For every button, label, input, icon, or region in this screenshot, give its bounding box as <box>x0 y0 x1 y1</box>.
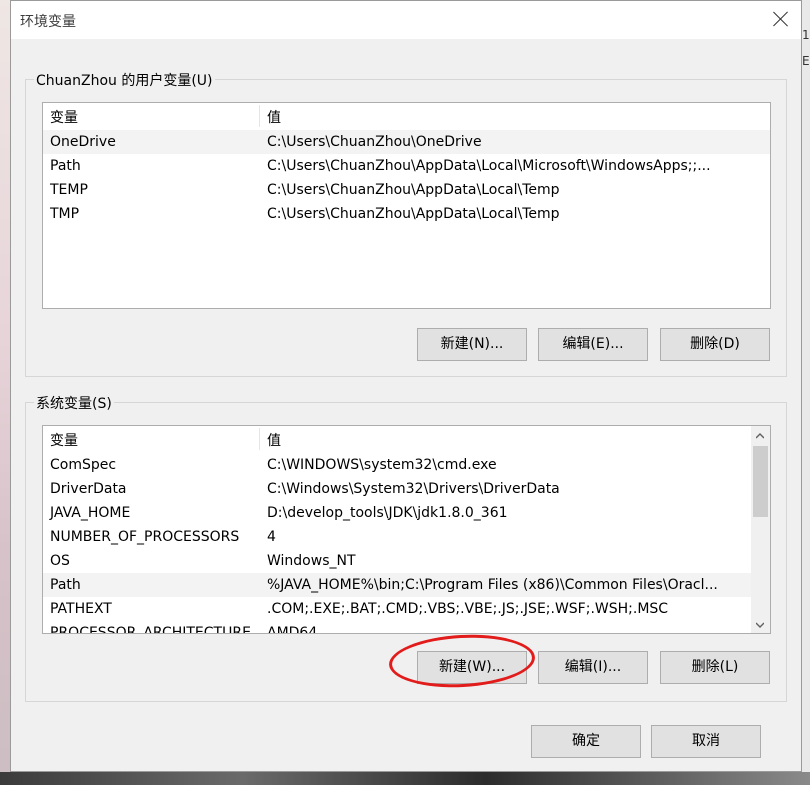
column-header-value[interactable]: 值 <box>267 107 281 127</box>
table-row[interactable]: JAVA_HOME D:\develop_tools\JDK\jdk1.8.0_… <box>43 501 770 525</box>
variable-name: Path <box>50 577 81 593</box>
user-variables-group: ChuanZhou 的用户变量(U) 变量 值 OneDrive C:\User… <box>25 70 787 377</box>
system-variables-label: 系统变量(S) <box>34 393 114 413</box>
system-variables-group: 系统变量(S) 变量 值 ComSpec C:\WINDOWS\system32… <box>25 393 787 702</box>
variable-name: PROCESSOR_ARCHITECTURE <box>50 625 251 634</box>
environment-variables-dialog: 环境变量 ChuanZhou 的用户变量(U) 变量 值 OneDrive C:… <box>10 0 802 772</box>
list-header: 变量 值 <box>43 426 770 452</box>
variable-name: NUMBER_OF_PROCESSORS <box>50 529 240 545</box>
variable-value: C:\Users\ChuanZhou\AppData\Local\Temp <box>267 182 560 198</box>
column-header-variable[interactable]: 变量 <box>50 107 78 127</box>
variable-name: PATHEXT <box>50 601 112 617</box>
background-window-fragment: 1 E <box>802 0 810 785</box>
variable-value: D:\develop_tools\JDK\jdk1.8.0_361 <box>267 505 508 521</box>
variable-value: %JAVA_HOME%\bin;C:\Program Files (x86)\C… <box>267 577 718 593</box>
list-header: 变量 值 <box>43 103 770 129</box>
variable-name: OS <box>50 553 70 569</box>
variable-name: JAVA_HOME <box>50 505 131 521</box>
ok-button[interactable]: 确定 <box>531 725 641 758</box>
variable-value: C:\Users\ChuanZhou\AppData\Local\Microso… <box>267 158 711 174</box>
variable-name: ComSpec <box>50 457 117 473</box>
variable-name: OneDrive <box>50 134 116 150</box>
user-edit-button[interactable]: 编辑(E)... <box>538 328 648 361</box>
table-row[interactable]: TMP C:\Users\ChuanZhou\AppData\Local\Tem… <box>43 202 770 226</box>
close-icon[interactable] <box>771 9 791 29</box>
table-row[interactable]: OneDrive C:\Users\ChuanZhou\OneDrive <box>43 130 770 154</box>
system-new-button[interactable]: 新建(W)... <box>417 651 527 684</box>
variable-value: AMD64 <box>267 625 318 634</box>
table-row[interactable]: PATHEXT .COM;.EXE;.BAT;.CMD;.VBS;.VBE;.J… <box>43 597 770 621</box>
variable-name: Path <box>50 158 81 174</box>
taskbar-fragment <box>0 772 810 785</box>
background-text-fragment: 1 <box>802 28 810 42</box>
vertical-scrollbar[interactable] <box>751 426 770 633</box>
user-variables-label: ChuanZhou 的用户变量(U) <box>34 70 215 90</box>
column-header-variable[interactable]: 变量 <box>50 430 78 450</box>
system-variables-list[interactable]: 变量 值 ComSpec C:\WINDOWS\system32\cmd.exe… <box>42 425 771 634</box>
desktop-background-left <box>0 0 10 785</box>
variable-name: TMP <box>50 206 80 222</box>
cancel-button[interactable]: 取消 <box>651 725 761 758</box>
column-divider[interactable] <box>259 428 260 450</box>
scrollbar-thumb[interactable] <box>753 446 768 517</box>
table-row[interactable]: NUMBER_OF_PROCESSORS 4 <box>43 525 770 549</box>
column-header-value[interactable]: 值 <box>267 430 281 450</box>
table-row[interactable]: DriverData C:\Windows\System32\Drivers\D… <box>43 477 770 501</box>
title-bar: 环境变量 <box>11 1 801 39</box>
table-row[interactable]: OS Windows_NT <box>43 549 770 573</box>
column-divider[interactable] <box>259 105 260 127</box>
variable-value: C:\Users\ChuanZhou\OneDrive <box>267 134 482 150</box>
chevron-up-icon[interactable] <box>751 426 770 444</box>
variable-name: DriverData <box>50 481 127 497</box>
background-text-fragment: E <box>802 54 810 68</box>
system-delete-button[interactable]: 删除(L) <box>660 651 770 684</box>
table-row[interactable]: Path %JAVA_HOME%\bin;C:\Program Files (x… <box>43 573 753 597</box>
chevron-down-icon[interactable] <box>751 615 770 633</box>
system-edit-button[interactable]: 编辑(I)... <box>538 651 648 684</box>
table-row[interactable]: ComSpec C:\WINDOWS\system32\cmd.exe <box>43 453 770 477</box>
variable-value: C:\Windows\System32\Drivers\DriverData <box>267 481 560 497</box>
table-row[interactable]: Path C:\Users\ChuanZhou\AppData\Local\Mi… <box>43 154 770 178</box>
dialog-title: 环境变量 <box>20 14 76 30</box>
variable-name: TEMP <box>50 182 88 198</box>
variable-value: 4 <box>267 529 276 545</box>
table-row[interactable]: PROCESSOR_ARCHITECTURE AMD64 <box>43 621 770 634</box>
variable-value: Windows_NT <box>267 553 356 569</box>
user-delete-button[interactable]: 删除(D) <box>660 328 770 361</box>
variable-value: C:\WINDOWS\system32\cmd.exe <box>267 457 497 473</box>
table-row[interactable]: TEMP C:\Users\ChuanZhou\AppData\Local\Te… <box>43 178 770 202</box>
variable-value: C:\Users\ChuanZhou\AppData\Local\Temp <box>267 206 560 222</box>
user-variables-list[interactable]: 变量 值 OneDrive C:\Users\ChuanZhou\OneDriv… <box>42 102 771 309</box>
user-new-button[interactable]: 新建(N)... <box>417 328 527 361</box>
variable-value: .COM;.EXE;.BAT;.CMD;.VBS;.VBE;.JS;.JSE;.… <box>267 601 669 617</box>
